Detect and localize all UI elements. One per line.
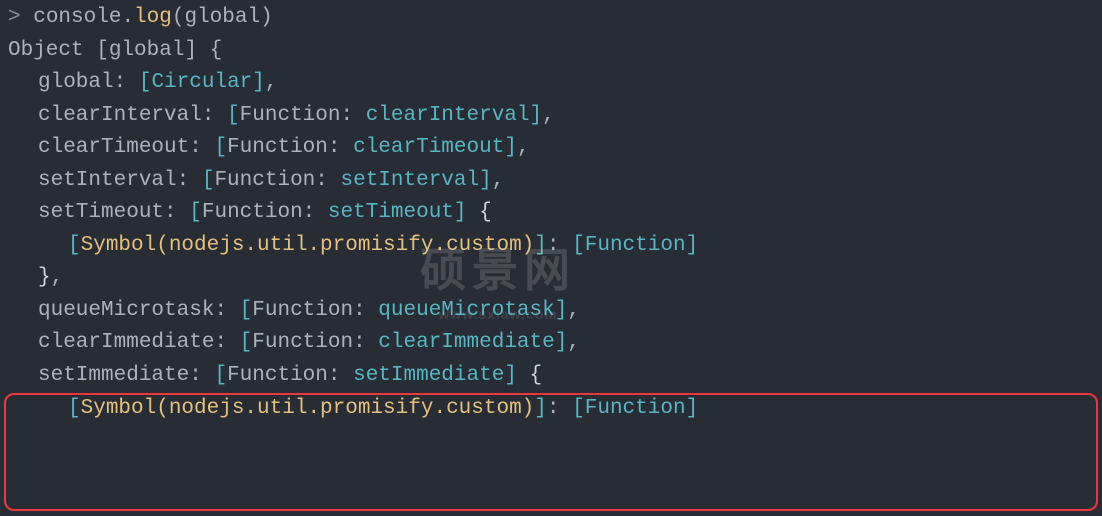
prop-settimeout-close: }, xyxy=(8,262,1094,295)
code-block: > console.log(global) Object [global] { … xyxy=(8,2,1094,425)
prop-queuemicrotask: queueMicrotask: [Function: queueMicrotas… xyxy=(8,295,1094,328)
prop-setimmediate-symbol: [Symbol(nodejs.util.promisify.custom)]: … xyxy=(8,393,1094,426)
prop-settimeout: setTimeout: [Function: setTimeout] { xyxy=(8,197,1094,230)
prop-setinterval: setInterval: [Function: setInterval], xyxy=(8,165,1094,198)
prop-settimeout-symbol: [Symbol(nodejs.util.promisify.custom)]: … xyxy=(8,230,1094,263)
prop-clearimmediate: clearImmediate: [Function: clearImmediat… xyxy=(8,327,1094,360)
prop-clearinterval: clearInterval: [Function: clearInterval]… xyxy=(8,100,1094,133)
object-header: Object [global] { xyxy=(8,35,1094,68)
prop-global: global: [Circular], xyxy=(8,67,1094,100)
prompt: > xyxy=(8,6,33,29)
prop-cleartimeout: clearTimeout: [Function: clearTimeout], xyxy=(8,132,1094,165)
input-line: > console.log(global) xyxy=(8,2,1094,35)
prop-setimmediate: setImmediate: [Function: setImmediate] { xyxy=(8,360,1094,393)
